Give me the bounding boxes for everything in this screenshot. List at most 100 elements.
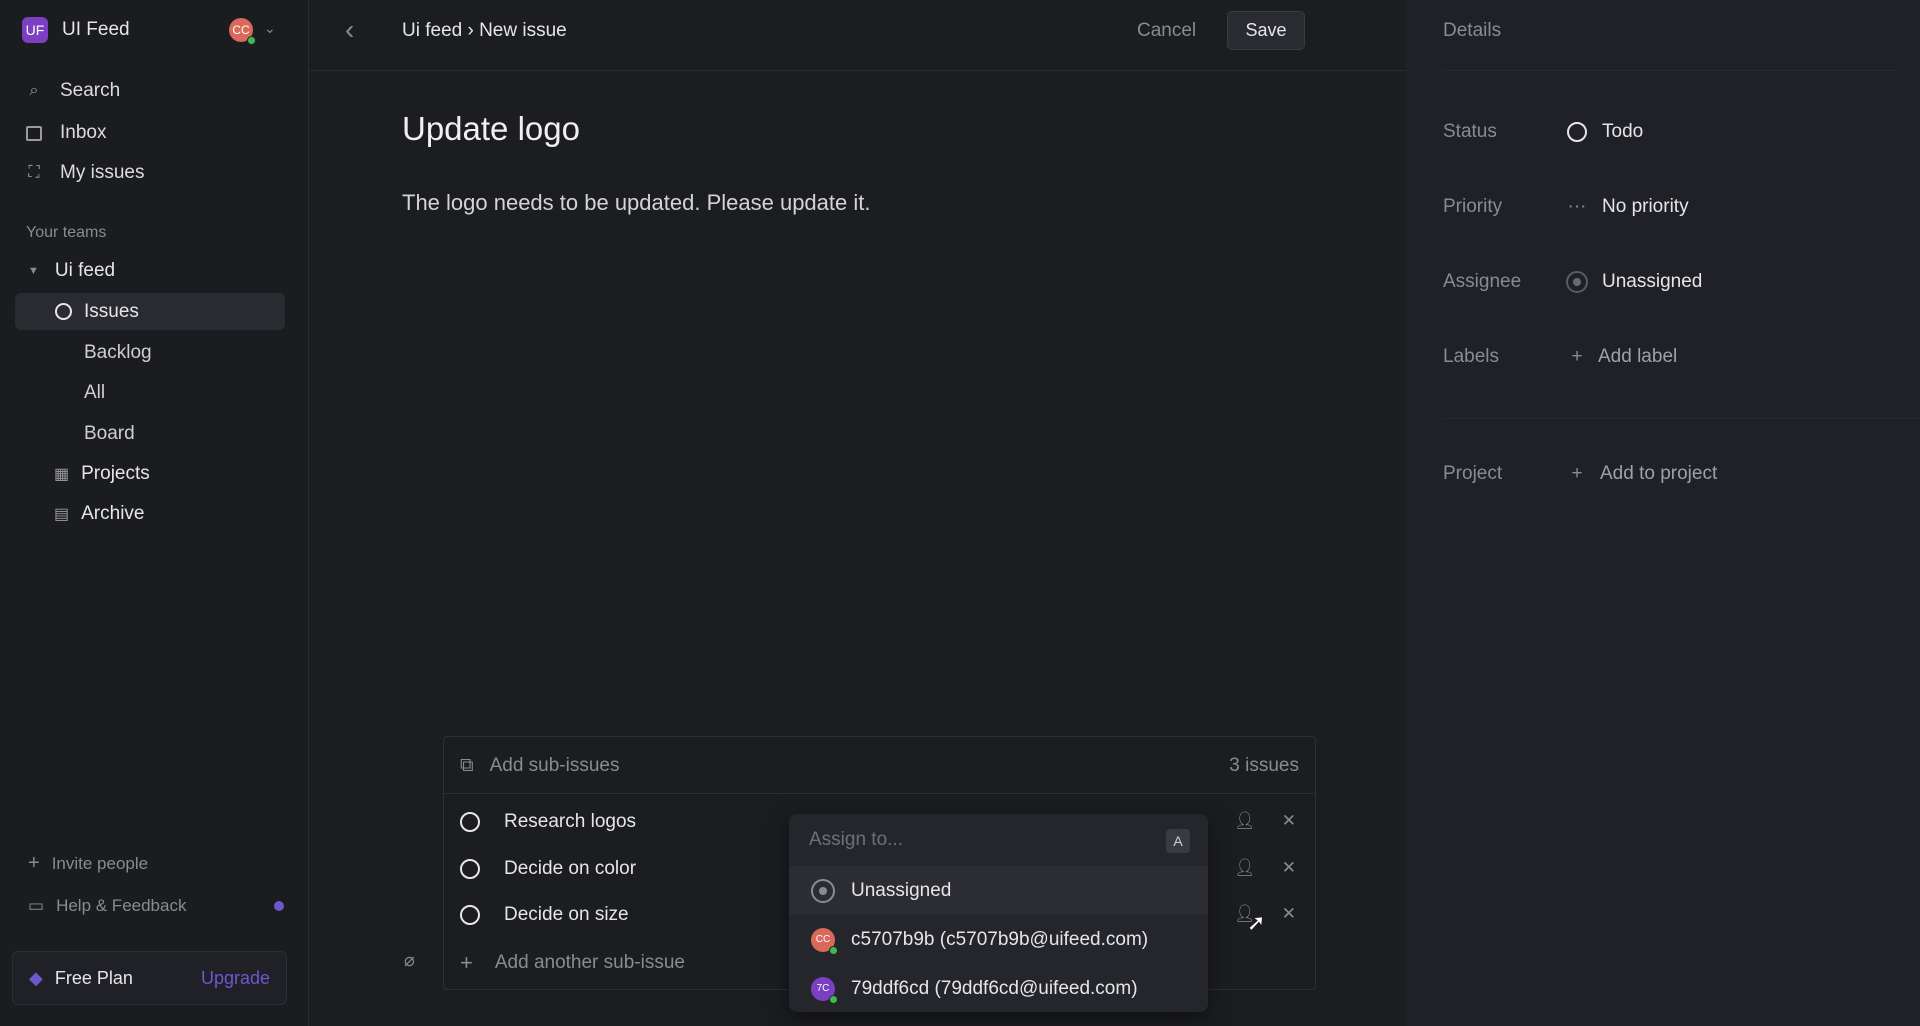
status-circle-icon[interactable]	[460, 812, 480, 832]
team-ui-feed[interactable]: ▼ Ui feed	[28, 260, 115, 282]
sidebar-item-my-issues[interactable]: ⛶ My issues	[24, 162, 144, 184]
nav-label: Archive	[81, 503, 145, 524]
avatar: CC	[811, 927, 838, 955]
no-priority-icon: ···	[1567, 196, 1587, 217]
add-label-text: Add label	[1598, 346, 1678, 367]
archive-icon: ▤	[54, 506, 70, 523]
subissue-row[interactable]: Research logos	[460, 811, 636, 833]
option-user[interactable]: CC c5707b9b (c5707b9b@uifeed.com)	[789, 915, 1208, 964]
plus-icon: +	[1571, 463, 1583, 484]
remove-icon[interactable]: ✕	[1282, 858, 1296, 878]
online-indicator	[829, 945, 838, 955]
back-chevron-icon[interactable]: ‹	[345, 14, 354, 46]
sidebar-item-archive[interactable]: ▤ Archive	[54, 503, 144, 525]
sidebar-item-all[interactable]: All	[84, 382, 105, 404]
option-label: 79ddf6cd (79ddf6cd@uifeed.com)	[851, 977, 1138, 999]
avatar-initials: 7C	[816, 983, 830, 994]
layers-icon: ◆	[29, 967, 43, 988]
issue-description[interactable]: The logo needs to be updated. Please upd…	[402, 190, 870, 216]
assign-user-icon[interactable]: 👤︎	[1234, 858, 1256, 878]
assignee-text: Unassigned	[1602, 271, 1703, 292]
details-divider	[1443, 70, 1896, 71]
help-feedback-button[interactable]: ▭ Help & Feedback	[28, 896, 186, 916]
teams-heading: Your teams	[26, 224, 107, 241]
my-issues-icon: ⛶	[28, 164, 40, 181]
subissue-title[interactable]: Decide on size	[504, 904, 629, 926]
option-user[interactable]: 7C 79ddf6cd (79ddf6cd@uifeed.com)	[789, 964, 1208, 1012]
remove-icon[interactable]: ✕	[1282, 904, 1296, 924]
subissue-row[interactable]: Decide on size	[460, 904, 629, 926]
online-indicator	[829, 994, 838, 1004]
header-divider	[309, 70, 1406, 71]
add-another-subissue[interactable]: + Add another sub-issue	[460, 950, 685, 976]
inbox-icon	[24, 123, 44, 143]
save-button[interactable]: Save	[1227, 11, 1305, 50]
status-circle-icon[interactable]	[460, 859, 480, 879]
mouse-cursor-icon: ➚	[1247, 910, 1266, 935]
nav-label: My issues	[60, 162, 145, 183]
details-divider	[1443, 418, 1920, 419]
sidebar-item-issues[interactable]: Issues	[15, 293, 285, 330]
invite-label: Invite people	[51, 853, 149, 873]
assign-user-icon[interactable]: 👤︎	[1234, 811, 1256, 831]
status-text: Todo	[1602, 121, 1644, 142]
workspace-logo[interactable]: UF	[22, 17, 48, 43]
details-heading: Details	[1443, 20, 1502, 41]
sidebar-item-search[interactable]: ⌕ Search	[24, 80, 121, 102]
chevron-down-icon[interactable]: ⌄	[264, 20, 276, 37]
subissues-count: 3 issues	[1229, 755, 1299, 776]
sidebar-item-projects[interactable]: ▦ Projects	[54, 463, 150, 485]
unassigned-icon	[811, 878, 835, 903]
add-subissues-header[interactable]: ⧉ Add sub-issues	[460, 755, 619, 777]
help-label: Help & Feedback	[56, 896, 187, 915]
cancel-button[interactable]: Cancel	[1137, 20, 1196, 42]
workspace-name[interactable]: UI Feed	[62, 19, 130, 41]
remove-icon[interactable]: ✕	[1282, 811, 1296, 831]
issue-title[interactable]: Update logo	[402, 110, 580, 148]
subissue-title[interactable]: Research logos	[504, 811, 636, 833]
add-to-project-button[interactable]: + Add to project	[1566, 463, 1717, 485]
add-project-text: Add to project	[1600, 463, 1718, 484]
add-label-button[interactable]: + Add label	[1566, 346, 1677, 368]
subissues-icon: ⧉	[460, 755, 474, 776]
add-another-label: Add another sub-issue	[494, 952, 685, 973]
priority-value[interactable]: ··· No priority	[1566, 196, 1689, 218]
subissue-title[interactable]: Decide on color	[504, 858, 636, 880]
avatar: 7C	[811, 976, 838, 1004]
invite-people-button[interactable]: + Invite people	[28, 852, 148, 875]
team-name: Ui feed	[54, 260, 116, 281]
caret-down-icon: ▼	[28, 265, 39, 277]
option-label: c5707b9b (c5707b9b@uifeed.com)	[851, 928, 1149, 950]
priority-label: Priority	[1443, 196, 1503, 217]
details-panel: Details	[1406, 0, 1920, 1026]
subissues-divider	[444, 793, 1315, 794]
plan-box: ◆ Free Plan Upgrade	[12, 951, 287, 1005]
status-label: Status	[1443, 121, 1497, 142]
option-unassigned[interactable]: Unassigned	[789, 866, 1208, 915]
attach-icon[interactable]: ⌀	[404, 950, 415, 971]
sidebar-item-inbox[interactable]: Inbox	[24, 122, 106, 144]
breadcrumb: Ui feed › New issue	[402, 20, 567, 41]
upgrade-link[interactable]: Upgrade	[201, 968, 270, 989]
sidebar-item-backlog[interactable]: Backlog	[84, 342, 152, 364]
status-value[interactable]: Todo	[1566, 121, 1643, 143]
avatar-initials: CC	[815, 934, 831, 945]
assign-search-input[interactable]: Assign to...	[809, 829, 903, 851]
notification-dot	[274, 901, 284, 911]
shortcut-badge: A	[1166, 829, 1190, 853]
assign-dropdown: Assign to... A Unassigned CC c5707b9b (c5…	[789, 814, 1208, 1012]
status-circle-icon[interactable]	[460, 905, 480, 925]
issues-icon	[55, 303, 72, 320]
subissue-row[interactable]: Decide on color	[460, 858, 636, 880]
user-avatar[interactable]: CC	[229, 18, 256, 45]
online-indicator	[247, 36, 256, 45]
nav-label: Search	[60, 80, 121, 101]
plus-icon: +	[28, 852, 40, 874]
nav-label: Projects	[81, 463, 150, 484]
assignee-value[interactable]: Unassigned	[1566, 271, 1702, 293]
sidebar-item-board[interactable]: Board	[84, 423, 135, 445]
assignee-label: Assignee	[1443, 271, 1522, 292]
plan-label: Free Plan	[54, 967, 133, 988]
nav-label: Inbox	[60, 122, 107, 143]
project-label: Project	[1443, 463, 1503, 484]
